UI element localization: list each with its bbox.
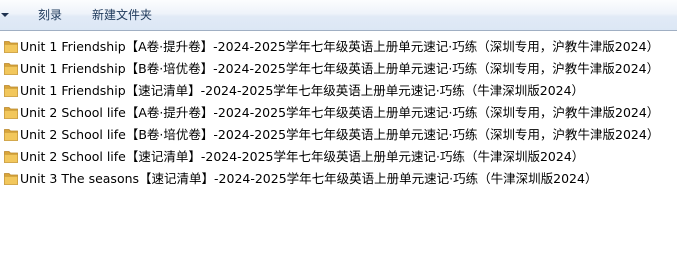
folder-icon — [4, 129, 18, 141]
file-name: Unit 2 School life【B卷·培优卷】-2024-2025学年七年… — [20, 127, 660, 142]
file-name: Unit 1 Friendship【A卷·提升卷】-2024-2025学年七年级… — [20, 39, 660, 54]
file-row[interactable]: Unit 3 The seasons【速记清单】-2024-2025学年七年级英… — [0, 168, 677, 190]
folder-icon — [4, 151, 18, 163]
file-name: Unit 1 Friendship【速记清单】-2024-2025学年七年级英语… — [20, 83, 585, 98]
file-row[interactable]: Unit 2 School life【A卷·提升卷】-2024-2025学年七年… — [0, 102, 677, 124]
file-name: Unit 1 Friendship【B卷·培优卷】-2024-2025学年七年级… — [20, 61, 660, 76]
folder-icon — [4, 41, 18, 53]
new-folder-button[interactable]: 新建文件夹 — [92, 6, 152, 25]
file-row[interactable]: Unit 1 Friendship【B卷·培优卷】-2024-2025学年七年级… — [0, 58, 677, 80]
burn-button[interactable]: 刻录 — [38, 6, 62, 25]
organize-dropdown[interactable] — [0, 0, 16, 31]
file-row[interactable]: Unit 2 School life【B卷·培优卷】-2024-2025学年七年… — [0, 124, 677, 146]
file-list: Unit 1 Friendship【A卷·提升卷】-2024-2025学年七年级… — [0, 31, 677, 276]
command-bar: 刻录 新建文件夹 — [0, 0, 677, 31]
file-name: Unit 2 School life【速记清单】-2024-2025学年七年级英… — [20, 149, 585, 164]
file-row[interactable]: Unit 1 Friendship【A卷·提升卷】-2024-2025学年七年级… — [0, 36, 677, 58]
file-name: Unit 2 School life【A卷·提升卷】-2024-2025学年七年… — [20, 105, 660, 120]
folder-icon — [4, 85, 18, 97]
chevron-down-icon — [1, 13, 9, 17]
file-row[interactable]: Unit 1 Friendship【速记清单】-2024-2025学年七年级英语… — [0, 80, 677, 102]
file-name: Unit 3 The seasons【速记清单】-2024-2025学年七年级英… — [20, 171, 598, 186]
folder-icon — [4, 107, 18, 119]
file-row[interactable]: Unit 2 School life【速记清单】-2024-2025学年七年级英… — [0, 146, 677, 168]
folder-icon — [4, 173, 18, 185]
folder-icon — [4, 63, 18, 75]
